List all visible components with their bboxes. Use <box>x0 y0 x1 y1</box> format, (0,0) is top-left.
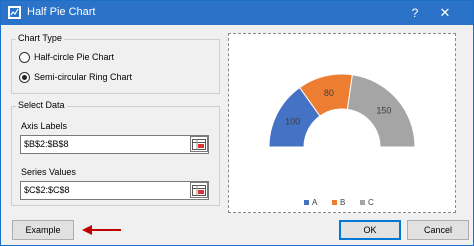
axis-labels-range-button[interactable] <box>190 136 208 152</box>
data-label-b: 80 <box>324 88 334 98</box>
series-values-range-button[interactable] <box>190 182 208 198</box>
series-values-input[interactable]: $C$2:$C$8 <box>20 181 209 200</box>
legend-label-b: B <box>340 198 345 207</box>
help-button[interactable]: ? <box>405 4 425 22</box>
title-bar: Half Pie Chart ? ✕ <box>1 1 473 25</box>
radio-semi-circular-ring[interactable]: Semi-circular Ring Chart <box>19 70 132 84</box>
ok-button[interactable]: OK <box>339 220 401 240</box>
app-icon <box>8 6 21 19</box>
legend-swatch-c <box>360 200 365 205</box>
axis-labels-input[interactable]: $B$2:$B$8 <box>20 135 209 154</box>
window-title: Half Pie Chart <box>27 6 96 18</box>
legend-swatch-b <box>332 200 337 205</box>
legend-label-c: C <box>368 198 374 207</box>
close-button[interactable]: ✕ <box>433 4 457 22</box>
radio-label: Semi-circular Ring Chart <box>34 72 133 82</box>
range-select-icon <box>192 184 206 196</box>
range-select-icon <box>192 138 206 150</box>
radio-button[interactable] <box>19 51 30 63</box>
series-values-label: Series Values <box>21 167 76 177</box>
chart-type-group <box>11 39 220 94</box>
example-button[interactable]: Example <box>12 220 74 240</box>
chart-preview: 100 80 150 A B C <box>228 33 456 213</box>
data-label-a: 100 <box>285 117 300 127</box>
cancel-button[interactable]: Cancel <box>407 220 469 240</box>
axis-labels-label: Axis Labels <box>21 121 68 131</box>
half-pie-chart-dialog: Half Pie Chart ? ✕ Chart Type Half-circl… <box>0 0 474 246</box>
data-label-c: 150 <box>376 106 391 116</box>
arrow-annotation-icon <box>82 225 121 235</box>
radio-button-selected[interactable] <box>19 71 30 83</box>
radio-half-circle-pie[interactable]: Half-circle Pie Chart <box>19 50 114 64</box>
radio-label: Half-circle Pie Chart <box>34 52 115 62</box>
legend-label-a: A <box>312 198 318 207</box>
legend-swatch-a <box>304 200 309 205</box>
semi-ring-chart: 100 80 150 A B C <box>268 73 416 207</box>
select-data-legend: Select Data <box>16 100 67 110</box>
chart-type-legend: Chart Type <box>16 33 64 43</box>
